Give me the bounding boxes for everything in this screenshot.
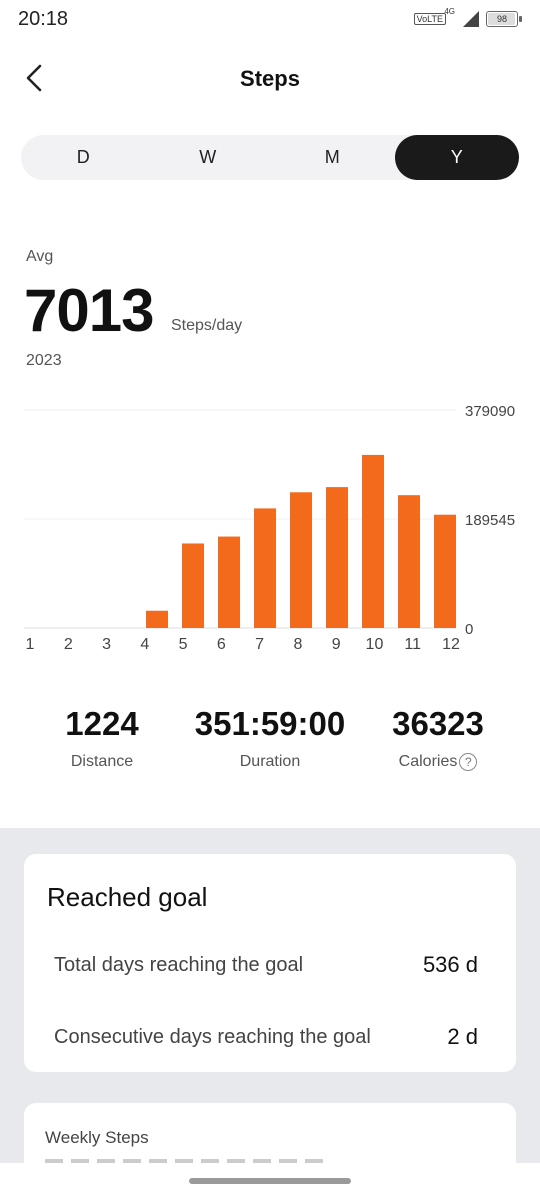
calories-label: Calories ? <box>373 753 503 771</box>
stat-calories: 36323 Calories ? <box>373 705 503 771</box>
x-tick-label: 7 <box>255 636 264 653</box>
volte-label: VoLTE <box>416 14 443 24</box>
goal-row-value: 536 d <box>422 952 478 977</box>
x-tick-label: 3 <box>102 636 111 653</box>
status-time: 20:18 <box>18 8 69 30</box>
x-tick-label: 12 <box>442 636 460 653</box>
x-tick-label: 6 <box>217 636 226 653</box>
signal-icon <box>463 11 479 27</box>
bar-month-8[interactable] <box>290 492 312 628</box>
tab-month[interactable]: M <box>270 135 395 180</box>
bar-month-12[interactable] <box>434 514 456 628</box>
y-tick-label: 0 <box>465 621 473 638</box>
calories-label-text: Calories <box>398 753 458 770</box>
distance-label: Distance <box>37 753 167 771</box>
x-tick-label: 2 <box>64 636 73 653</box>
goal-row-label: Consecutive days reaching the goal <box>54 1025 371 1048</box>
bar-month-10[interactable] <box>362 454 384 628</box>
battery-icon: 98 <box>486 11 522 27</box>
help-icon[interactable]: ? <box>459 753 478 771</box>
goal-row-consecutive: Consecutive days reaching the goal 2 d <box>54 1024 478 1050</box>
stat-duration: 351:59:00 Duration <box>180 705 360 771</box>
goal-row-total: Total days reaching the goal 536 d <box>54 952 478 978</box>
header: Steps <box>0 50 540 106</box>
stat-distance: 1224 Distance <box>37 705 167 771</box>
network-type: 4G <box>444 7 455 16</box>
calories-value: 36323 <box>392 705 484 742</box>
bar-month-11[interactable] <box>398 495 420 628</box>
x-tick-label: 5 <box>179 636 188 653</box>
goal-row-value: 2 d <box>447 1024 478 1049</box>
y-tick-label: 189545 <box>465 512 515 529</box>
avg-label: Avg <box>26 248 54 265</box>
x-tick-label: 10 <box>366 636 384 653</box>
weekly-title: Weekly Steps <box>45 1128 149 1147</box>
bar-month-5[interactable] <box>182 543 204 628</box>
bar-month-9[interactable] <box>326 487 348 628</box>
stats-row: 1224 Distance 351:59:00 Duration 36323 C… <box>0 705 540 795</box>
status-bar: 20:18 VoLTE 4G 98 <box>0 0 540 40</box>
steps-bar-chart[interactable]: 37909018954501 2 3 4 5 6 7 8 9 10 11 12 <box>0 395 540 665</box>
duration-label: Duration <box>180 753 360 771</box>
bar-month-4[interactable] <box>146 610 168 628</box>
duration-label-text: Duration <box>239 753 301 770</box>
tab-year[interactable]: Y <box>394 135 519 180</box>
tab-day[interactable]: D <box>21 135 146 180</box>
goal-row-label: Total days reaching the goal <box>54 953 304 976</box>
avg-value: 7013 <box>24 277 154 344</box>
status-indicators: VoLTE 4G 98 <box>413 7 522 28</box>
page-title: Steps <box>240 66 300 91</box>
x-tick-label: 11 <box>404 636 421 653</box>
avg-unit: Steps/day <box>171 317 243 334</box>
x-tick-label: 8 <box>293 636 302 653</box>
duration-value: 351:59:00 <box>194 705 346 742</box>
goal-title: Reached goal <box>47 882 208 912</box>
reached-goal-card: Reached goal Total days reaching the goa… <box>24 854 516 1072</box>
battery-level: 98 <box>496 14 507 24</box>
y-tick-label: 379090 <box>465 403 515 420</box>
volte-badge: VoLTE 4G <box>413 7 455 25</box>
x-tick-label: 4 <box>140 636 149 653</box>
tab-week[interactable]: W <box>146 135 271 180</box>
bar-month-6[interactable] <box>218 536 240 628</box>
x-tick-label: 9 <box>332 636 341 653</box>
home-indicator[interactable] <box>189 1178 351 1184</box>
distance-value: 1224 <box>65 705 139 742</box>
distance-label-text: Distance <box>70 753 134 770</box>
x-tick-label: 1 <box>26 636 35 653</box>
period-label: 2023 <box>26 352 62 369</box>
bar-month-7[interactable] <box>254 508 276 628</box>
range-tabs: D W M Y <box>21 135 519 180</box>
